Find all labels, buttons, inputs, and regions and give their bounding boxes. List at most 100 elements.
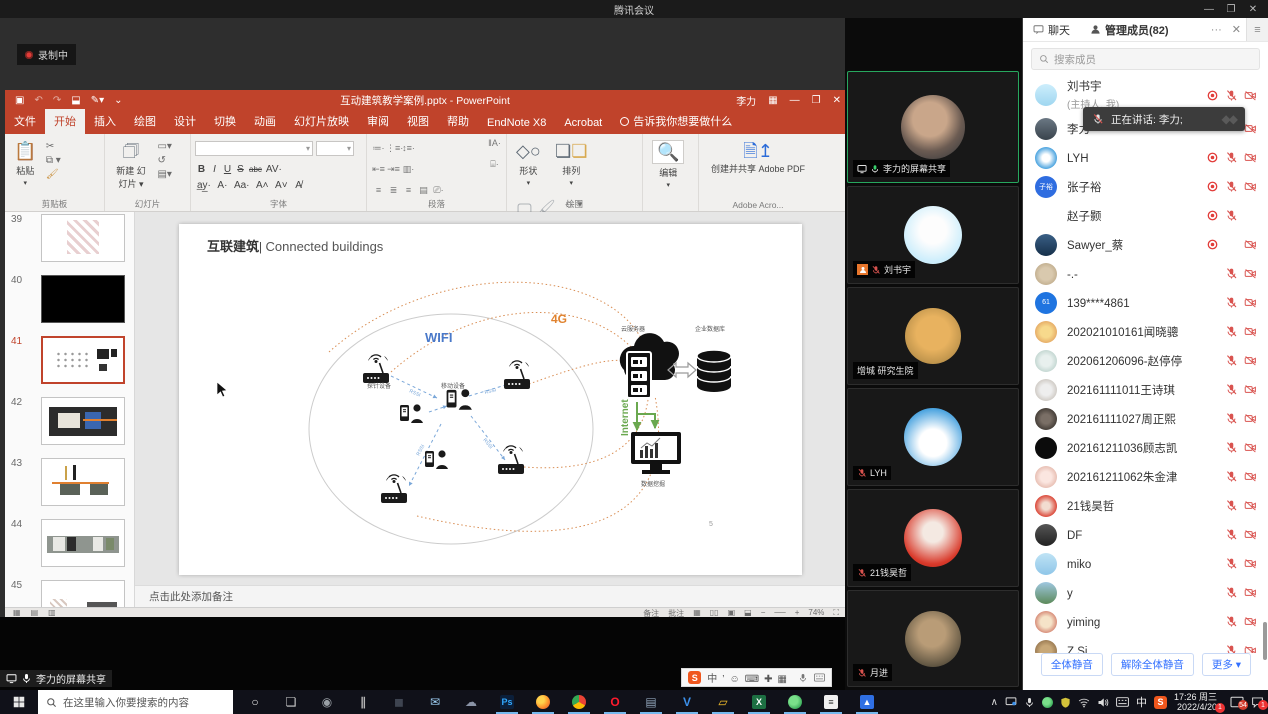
ppt-restore-button[interactable]: ❐ xyxy=(812,95,821,106)
tray-wechat-icon[interactable] xyxy=(1042,697,1053,708)
font-name-combo[interactable]: ▾ xyxy=(195,141,313,156)
tab-chat[interactable]: 聊天 xyxy=(1023,18,1080,41)
member-row[interactable]: LYH xyxy=(1023,143,1268,172)
member-row[interactable]: Z.Si xyxy=(1023,636,1268,653)
notes-toggle[interactable]: 备注 xyxy=(643,608,659,617)
grow-font-button[interactable]: A˄ xyxy=(254,180,271,191)
taskbar-app-excel[interactable]: X xyxy=(741,690,777,714)
member-row[interactable]: 202161111027周正熙 xyxy=(1023,404,1268,433)
line-spacing-icon[interactable]: ↕≡· xyxy=(401,143,416,153)
minimize-button[interactable]: — xyxy=(1198,0,1220,18)
taskbar-app-app-tool[interactable]: ▤ xyxy=(633,690,669,714)
ppt-tab-11[interactable]: EndNote X8 xyxy=(478,113,555,134)
copy-button[interactable]: ⧉ ▾ xyxy=(46,155,61,166)
section-button[interactable]: ▤▾ xyxy=(157,169,171,180)
text-direction-icon[interactable]: ‖A· xyxy=(487,138,502,148)
taskbar-app-app-case[interactable]: ◼ xyxy=(381,690,417,714)
tell-me-box[interactable]: 告诉我你想要做什么 xyxy=(611,109,741,134)
video-tile-1[interactable]: 刘书宇 xyxy=(847,186,1019,284)
panel-menu-button[interactable]: ≡ xyxy=(1246,18,1268,41)
ppt-tab-3[interactable]: 绘图 xyxy=(125,109,165,134)
new-slide-button[interactable]: 🗇新建 幻灯片 ▾ xyxy=(109,138,153,196)
member-row[interactable]: miko xyxy=(1023,549,1268,578)
tray-display-icon[interactable] xyxy=(1005,696,1017,708)
member-row[interactable]: 202061206096-赵停停 xyxy=(1023,346,1268,375)
font-btn-abc[interactable]: abc xyxy=(247,165,264,174)
slide-thumbnail-43[interactable]: 43 xyxy=(5,456,134,517)
member-row[interactable]: -.- xyxy=(1023,259,1268,288)
change-case-button[interactable]: Aa· xyxy=(232,180,252,191)
indent-more-icon[interactable]: ⇥≡ xyxy=(386,164,401,175)
panel-more-button[interactable]: ··· xyxy=(1206,24,1227,36)
arrange-button[interactable]: ❏❏排列▾ xyxy=(550,138,592,196)
ppt-tab-9[interactable]: 视图 xyxy=(398,109,438,134)
member-search-input[interactable]: 搜索成员 xyxy=(1031,48,1260,70)
tray-mic-icon[interactable] xyxy=(1024,697,1035,708)
tab-manage-members[interactable]: 管理成员(82) xyxy=(1080,18,1179,41)
view-sorter-icon[interactable]: ▯▯ xyxy=(710,608,719,617)
align-left-icon[interactable]: ≡ xyxy=(371,185,386,195)
tray-wifi-icon[interactable] xyxy=(1078,697,1090,708)
sogou-icon[interactable]: S xyxy=(688,671,701,684)
align-right-icon[interactable]: ≡ xyxy=(401,185,416,195)
slide-thumbnail-44[interactable]: 44 xyxy=(5,517,134,578)
tray-shield-icon[interactable] xyxy=(1060,697,1071,708)
taskbar-app-photos[interactable]: ▲ xyxy=(849,690,885,714)
font-btn-I[interactable]: I xyxy=(208,164,221,175)
video-tile-3[interactable]: LYH xyxy=(847,388,1019,486)
ppt-tab-6[interactable]: 动画 xyxy=(245,109,285,134)
unmute-all-button[interactable]: 解除全体静音 xyxy=(1111,653,1194,676)
align-text-icon[interactable]: ⌸· xyxy=(487,159,502,170)
columns-icon[interactable]: ▥· xyxy=(401,164,416,175)
numbering-icon[interactable]: ⋮≡· xyxy=(386,143,401,154)
slide-thumbnail-39[interactable]: 39 xyxy=(5,212,134,273)
indent-less-icon[interactable]: ⇤≡ xyxy=(371,164,386,175)
reset-button[interactable]: ↺ xyxy=(157,155,171,166)
restore-button[interactable]: ❐ xyxy=(1220,0,1242,18)
ppt-tab-2[interactable]: 插入 xyxy=(85,109,125,134)
ppt-minimize-button[interactable]: — xyxy=(790,95,800,106)
layout-button[interactable]: ▭▾ xyxy=(157,141,171,152)
clear-format-button[interactable]: A̸ xyxy=(292,180,305,191)
zoom-out-icon[interactable]: − xyxy=(761,608,766,617)
paste-button[interactable]: 📋粘贴▾ xyxy=(9,138,41,196)
member-row[interactable]: 21钱昊哲 xyxy=(1023,491,1268,520)
shapes-button[interactable]: ◇○形状▾ xyxy=(511,138,546,196)
phonetic-button[interactable]: a̲y̲· xyxy=(195,180,213,191)
panel-close-button[interactable]: ✕ xyxy=(1227,23,1246,36)
member-row[interactable]: 202161211036顾志凯 xyxy=(1023,433,1268,462)
member-row[interactable]: 202161211062朱金津 xyxy=(1023,462,1268,491)
sogou-item-3[interactable]: ⌨ xyxy=(745,674,759,685)
tray-ime-indicator[interactable]: 中 xyxy=(1136,694,1147,710)
tray-input-box-icon[interactable]: 54 xyxy=(1230,696,1244,708)
convert-smartart-icon[interactable]: ⎚· xyxy=(431,185,446,196)
taskbar-app-mail[interactable]: ✉ xyxy=(417,690,453,714)
member-row[interactable]: 赵子颢 xyxy=(1023,201,1268,230)
bullets-icon[interactable]: ≔· xyxy=(371,143,386,154)
taskbar-app-wechat[interactable] xyxy=(777,690,813,714)
font-btn-U[interactable]: U xyxy=(221,164,234,175)
sogou-item-1[interactable]: ’ xyxy=(722,674,724,685)
taskbar-app-photoshop[interactable]: Ps xyxy=(489,690,525,714)
ppt-tab-0[interactable]: 文件 xyxy=(5,109,45,134)
create-adobe-pdf-button[interactable]: 🗎↥创建并共享 Adobe PDF xyxy=(703,138,813,196)
format-painter-button[interactable]: 🖌 xyxy=(46,169,61,180)
taskbar-app-app-bars[interactable]: ∥ xyxy=(345,690,381,714)
ppt-tab-12[interactable]: Acrobat xyxy=(555,113,611,134)
start-button[interactable] xyxy=(0,696,38,708)
taskbar-search-input[interactable]: 在这里输入你要搜索的内容 xyxy=(38,690,233,714)
taskbar-app-file-explorer[interactable]: ▱ xyxy=(705,690,741,714)
mute-all-button[interactable]: 全体静音 xyxy=(1041,653,1103,676)
fit-window-icon[interactable]: ⛶ xyxy=(833,608,839,617)
taskbar-app-cortana[interactable]: ○ xyxy=(237,690,273,714)
slide-canvas[interactable]: 互联建筑| Connected buildings xyxy=(179,224,802,575)
justify-icon[interactable]: ▤ xyxy=(416,185,431,196)
taskbar-app-app-dark-s[interactable]: ◉ xyxy=(309,690,345,714)
editing-button[interactable]: 🔍编辑▾ xyxy=(647,138,689,196)
member-row[interactable]: 61 139****4861 xyxy=(1023,288,1268,317)
taskbar-app-task-view[interactable]: ❏ xyxy=(273,690,309,714)
more-actions-button[interactable]: 更多 ▾ xyxy=(1202,653,1251,676)
taskbar-app-chrome[interactable] xyxy=(561,690,597,714)
font-size-combo[interactable]: ▾ xyxy=(316,141,354,156)
taskbar-app-opera[interactable]: O xyxy=(597,690,633,714)
